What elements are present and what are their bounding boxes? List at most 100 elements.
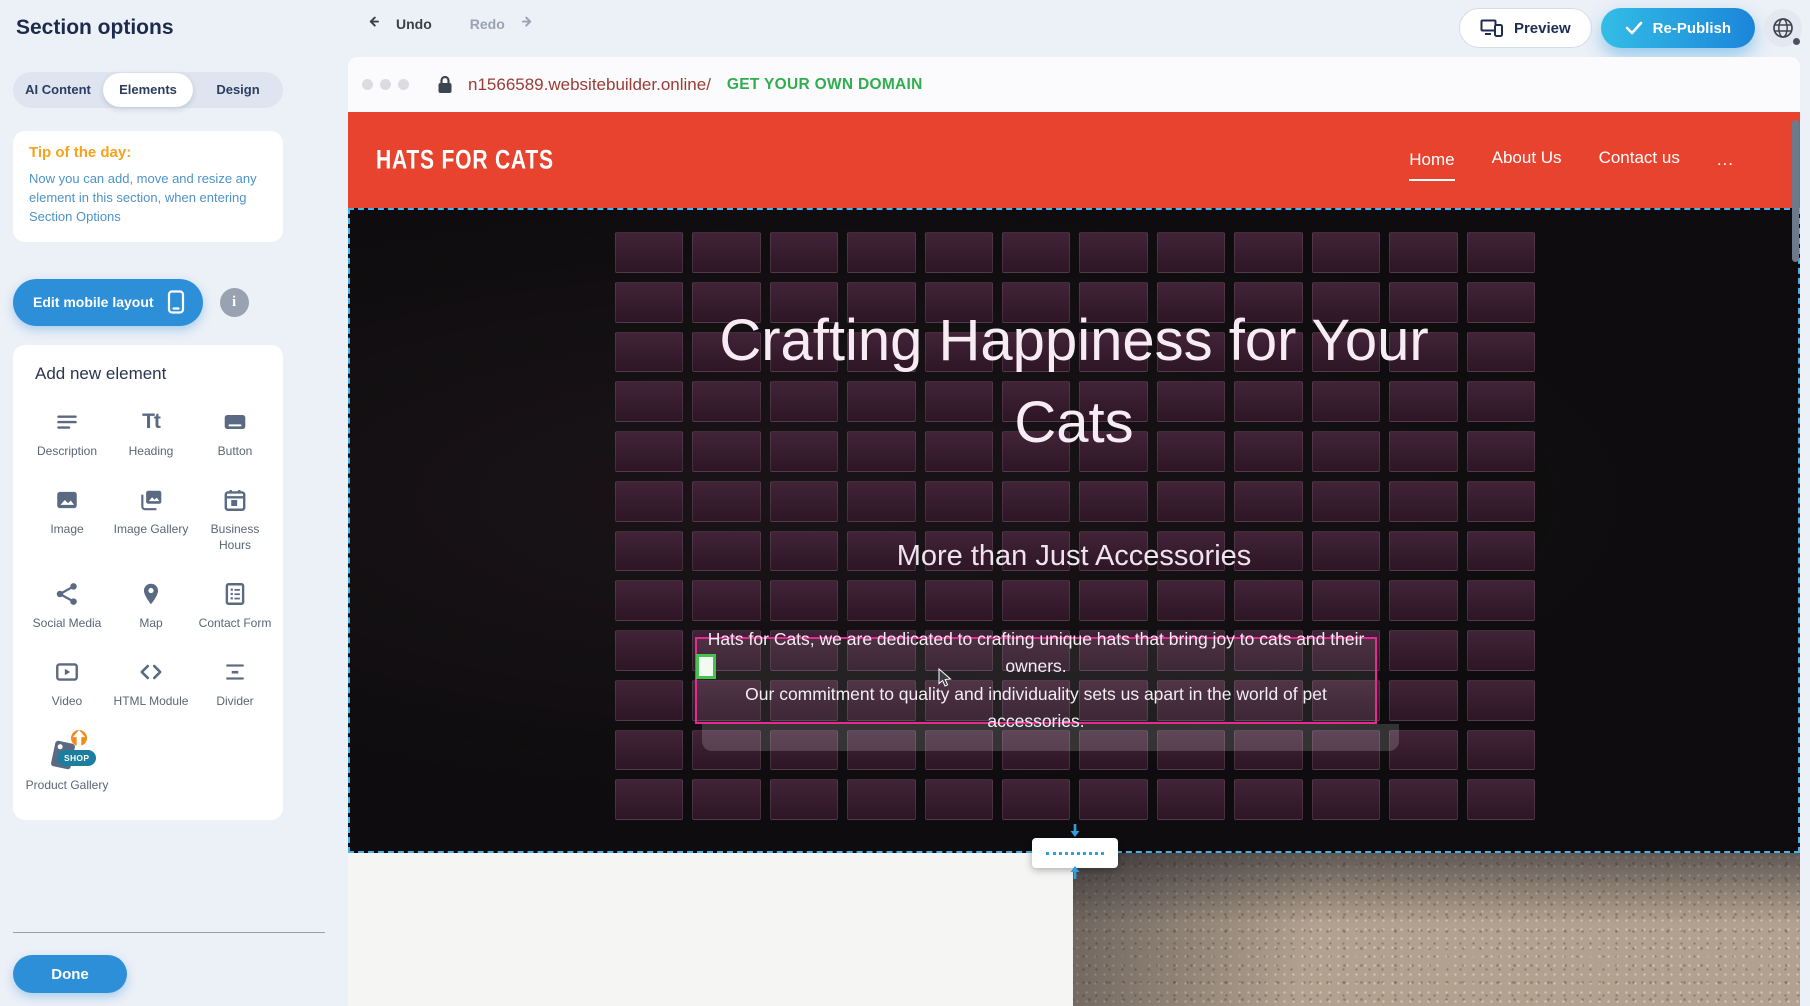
done-button[interactable]: Done: [13, 955, 127, 993]
hero-tile: [1312, 232, 1380, 273]
dotted-resize-line: [1046, 852, 1104, 855]
info-icon[interactable]: i: [220, 288, 249, 317]
hero-heading[interactable]: Crafting Happiness for Your Cats: [350, 300, 1798, 465]
add-element-contact-form[interactable]: Contact Form: [193, 580, 277, 631]
hero-tile: [1079, 232, 1147, 273]
edit-mobile-layout-button[interactable]: Edit mobile layout: [13, 279, 203, 326]
gravel-photo: [1073, 853, 1800, 1006]
hero-tile: [1389, 481, 1457, 522]
add-element-business-hours[interactable]: Business Hours: [193, 486, 277, 553]
tip-body: Now you can add, move and resize any ele…: [29, 170, 267, 227]
site-url[interactable]: n1566589.websitebuilder.online/: [468, 75, 711, 95]
add-element-grid: Description Tt Heading Button Ima: [25, 408, 275, 794]
selected-paragraph-box[interactable]: Hats for Cats, we are dedicated to craft…: [695, 637, 1377, 724]
hero-tile: [615, 481, 683, 522]
add-element-label: Description: [25, 443, 109, 459]
divider-icon: [193, 658, 277, 686]
add-element-title: Add new element: [35, 364, 275, 384]
nav-home[interactable]: Home: [1409, 150, 1454, 181]
panel-tabs: AI Content Elements Design: [13, 72, 283, 108]
arrow-up-icon: [1067, 864, 1083, 885]
tab-elements[interactable]: Elements: [103, 73, 193, 107]
hero-tile: [1157, 580, 1225, 621]
redo-icon: [513, 16, 533, 32]
hero-tile: [925, 232, 993, 273]
section-resize-handle[interactable]: [1032, 838, 1118, 868]
video-icon: [25, 658, 109, 686]
hero-tile: [1234, 580, 1302, 621]
business-hours-icon: [193, 486, 277, 514]
undo-button[interactable]: Undo: [368, 16, 432, 32]
site-logo[interactable]: HATS FOR CATS: [376, 145, 554, 176]
site-header: HATS FOR CATS Home About Us Contact us .…: [348, 112, 1800, 208]
add-element-map[interactable]: Map: [109, 580, 193, 631]
add-element-image[interactable]: Image: [25, 486, 109, 553]
hero-tile: [847, 232, 915, 273]
hero-tile: [1467, 232, 1535, 273]
hero-tile: [1467, 730, 1535, 771]
add-element-html-module[interactable]: HTML Module: [109, 658, 193, 709]
tab-ai-content[interactable]: AI Content: [13, 73, 103, 107]
add-element-card: Add new element Description Tt Heading: [13, 345, 283, 820]
add-element-heading[interactable]: Tt Heading: [109, 408, 193, 459]
get-domain-link[interactable]: GET YOUR OWN DOMAIN: [727, 76, 923, 94]
globe-status-dot: [1793, 38, 1800, 45]
language-globe-button[interactable]: [1764, 9, 1802, 47]
add-element-description[interactable]: Description: [25, 408, 109, 459]
add-element-divider[interactable]: Divider: [193, 658, 277, 709]
republish-button[interactable]: Re-Publish: [1601, 8, 1755, 48]
hero-tile: [1157, 232, 1225, 273]
arrow-down-icon: [1067, 823, 1083, 844]
site-canvas: n1566589.websitebuilder.online/ GET YOUR…: [348, 57, 1800, 1006]
hero-tile: [925, 779, 993, 820]
hero-tile: [770, 232, 838, 273]
devices-icon: [1480, 19, 1504, 37]
hero-tile: [1002, 580, 1070, 621]
hero-tile: [1234, 232, 1302, 273]
section-options-panel: AI Content Elements Design Tip of the da…: [0, 57, 296, 1006]
nav-more-button[interactable]: ...: [1717, 150, 1734, 170]
hero-tile: [692, 232, 760, 273]
hero-tile: [615, 779, 683, 820]
next-section-light-panel: [348, 853, 1073, 1006]
hero-subheading[interactable]: More than Just Accessories: [350, 540, 1798, 573]
hero-paragraph: Hats for Cats, we are dedicated to craft…: [697, 639, 1375, 722]
hero-tile: [925, 481, 993, 522]
hero-tile: [1389, 232, 1457, 273]
heading-icon: Tt: [109, 408, 193, 436]
add-element-video[interactable]: Video: [25, 658, 109, 709]
product-gallery-icon: SHOP: [25, 736, 109, 770]
add-element-label: Video: [25, 693, 109, 709]
globe-icon: [1772, 17, 1794, 39]
add-element-button[interactable]: Button: [193, 408, 277, 459]
site-nav: Home About Us Contact us ...: [1409, 112, 1734, 208]
tab-design[interactable]: Design: [193, 73, 283, 107]
preview-button[interactable]: Preview: [1459, 8, 1592, 48]
add-element-label: Map: [109, 615, 193, 631]
redo-button[interactable]: Redo: [470, 16, 533, 32]
hero-tile: [1002, 481, 1070, 522]
hero-tile: [615, 232, 683, 273]
add-element-image-gallery[interactable]: Image Gallery: [109, 486, 193, 553]
hero-tile: [1079, 580, 1147, 621]
nav-about-us[interactable]: About Us: [1492, 148, 1562, 172]
hero-tile: [1389, 630, 1457, 671]
canvas-scrollbar-thumb[interactable]: [1792, 120, 1799, 262]
tip-of-the-day-card: Tip of the day: Now you can add, move an…: [13, 131, 283, 242]
hero-tile: [1002, 779, 1070, 820]
hero-section[interactable]: Crafting Happiness for Your Cats More th…: [348, 208, 1800, 853]
hero-tile: [1312, 580, 1380, 621]
add-element-label: Social Media: [25, 615, 109, 631]
add-element-product-gallery[interactable]: SHOP Product Gallery: [25, 736, 109, 793]
nav-contact-us[interactable]: Contact us: [1599, 148, 1680, 172]
button-icon: [193, 408, 277, 436]
add-element-label: Image: [25, 521, 109, 537]
add-element-social-media[interactable]: Social Media: [25, 580, 109, 631]
hero-tile: [615, 680, 683, 721]
hero-tile: [1079, 481, 1147, 522]
hero-tile: [770, 779, 838, 820]
add-element-label: Image Gallery: [109, 521, 193, 537]
hero-tile: [615, 730, 683, 771]
social-media-icon: [25, 580, 109, 608]
check-icon: [1625, 21, 1643, 35]
